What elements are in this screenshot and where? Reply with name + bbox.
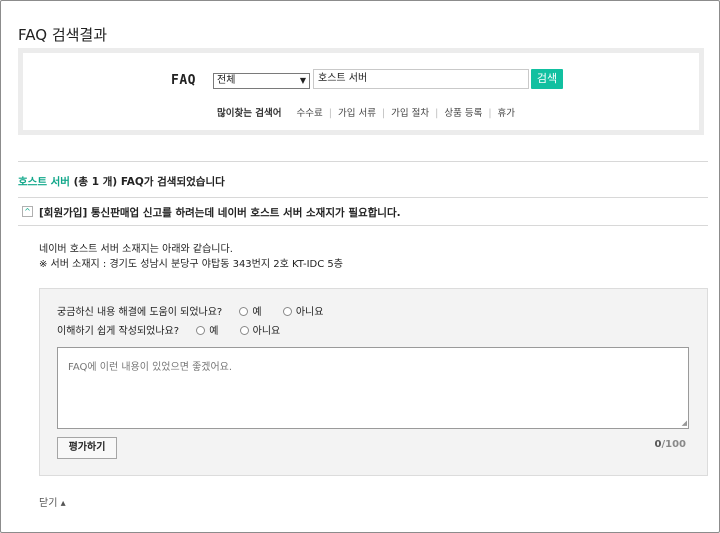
radio-option-no[interactable]: 아니요 (282, 307, 328, 318)
search-panel: FAQ 전체 ▼ 호스트 서버 검색 많이찾는 검색어 수수료 | 가입 서류 | 가입… (18, 48, 704, 135)
search-button[interactable]: 검색 (531, 69, 563, 89)
collapse-toggle-icon[interactable]: ^ (22, 206, 33, 217)
feedback-question-clarity: 이해하기 쉽게 작성되었나요? 예 아니요 (57, 322, 284, 337)
faq-question-row[interactable]: ^ [회원가입] 통신판매업 신고를 하려는데 네이버 호스트 서버 소재지가 … (18, 198, 708, 225)
result-count-text: (총 1 개) FAQ가 검색되었습니다 (73, 176, 225, 188)
divider (18, 225, 708, 226)
radio-option-yes[interactable]: 예 (239, 307, 265, 318)
radio-option-no[interactable]: 아니요 (239, 326, 285, 337)
page-title: FAQ 검색결과 (18, 26, 108, 44)
faq-label: FAQ (171, 73, 196, 88)
faq-answer: 네이버 호스트 서버 소재지는 아래와 같습니다. ※ 서버 소재지 : 경기도… (39, 242, 343, 272)
search-input[interactable]: 호스트 서버 (313, 69, 529, 89)
divider (18, 161, 708, 162)
radio-icon[interactable] (282, 307, 292, 316)
character-counter: 0/100 (655, 439, 687, 450)
result-summary: 호스트 서버 (총 1 개) FAQ가 검색되었습니다 (18, 174, 225, 189)
faq-question[interactable]: [회원가입] 통신판매업 신고를 하려는데 네이버 호스트 서버 소재지가 필요… (39, 205, 401, 220)
submit-feedback-button[interactable]: 평가하기 (57, 437, 117, 459)
popular-keyword-link[interactable]: 가입 서류 (338, 108, 376, 119)
popular-keyword-link[interactable]: 수수료 (297, 108, 323, 119)
search-panel-inner: FAQ 전체 ▼ 호스트 서버 검색 많이찾는 검색어 수수료 | 가입 서류 | 가입… (23, 53, 699, 130)
answer-line: 네이버 호스트 서버 소재지는 아래와 같습니다. (39, 244, 233, 255)
close-answer-link[interactable]: 닫기 ▴ (39, 494, 66, 509)
resize-grip-icon[interactable]: ◢ (682, 419, 687, 427)
popular-keyword-link[interactable]: 가입 절차 (391, 108, 429, 119)
chevron-down-icon: ▼ (299, 76, 306, 85)
feedback-question-label: 궁금하신 내용 해결에 도움이 되었나요? (57, 307, 223, 318)
feedback-question-label: 이해하기 쉽게 작성되었나요? (57, 326, 180, 337)
feedback-comment-textarea[interactable]: FAQ에 이런 내용이 있었으면 좋겠어요. ◢ (57, 347, 689, 429)
textarea-placeholder: FAQ에 이런 내용이 있었으면 좋겠어요. (68, 362, 233, 373)
keyword-separator: | (328, 108, 332, 119)
feedback-box: 궁금하신 내용 해결에 도움이 되었나요? 예 아니요 이해하기 쉽게 작성되었… (39, 288, 708, 476)
radio-option-yes[interactable]: 예 (196, 326, 222, 337)
popular-keywords: 많이찾는 검색어 수수료 | 가입 서류 | 가입 절차 | 상품 등록 | 휴가 (217, 105, 515, 119)
radio-icon[interactable] (239, 307, 249, 316)
category-select[interactable]: 전체 ▼ (213, 73, 310, 89)
keyword-separator: | (381, 108, 386, 119)
radio-icon[interactable] (239, 326, 249, 335)
window-frame: FAQ 검색결과 FAQ 전체 ▼ 호스트 서버 검색 많이찾는 검색어 수수료… (0, 0, 720, 533)
keyword-separator: | (488, 108, 492, 119)
popular-keyword-link[interactable]: 상품 등록 (444, 108, 482, 119)
result-keyword: 호스트 서버 (18, 176, 70, 188)
popular-keyword-link[interactable]: 휴가 (498, 108, 515, 119)
category-select-value: 전체 (217, 75, 236, 86)
popular-keywords-title: 많이찾는 검색어 (217, 108, 282, 119)
keyword-separator: | (435, 108, 439, 119)
radio-icon[interactable] (196, 326, 206, 335)
character-count-max: /100 (661, 439, 686, 450)
answer-line: ※ 서버 소재지 : 경기도 성남시 분당구 야탑동 343번지 2호 KT-I… (39, 259, 343, 270)
feedback-question-helpful: 궁금하신 내용 해결에 도움이 되었나요? 예 아니요 (57, 303, 327, 318)
